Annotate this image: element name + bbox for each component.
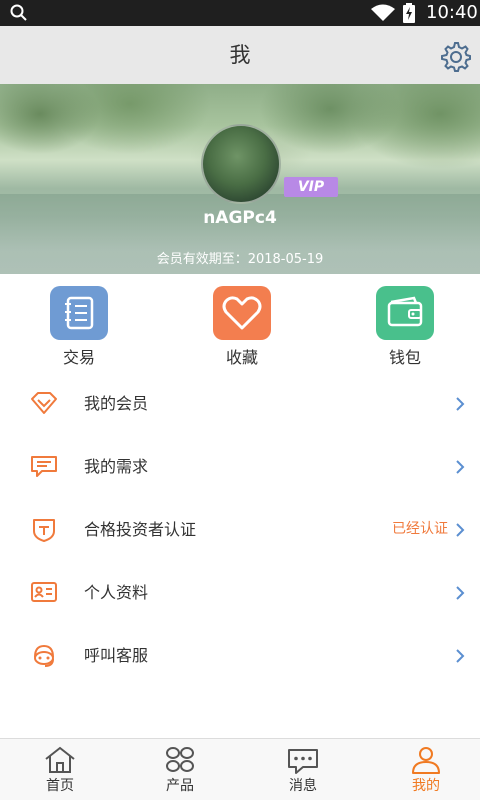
chevron-right-icon — [455, 396, 465, 416]
trade-button[interactable]: 交易 — [29, 286, 129, 368]
menu-item-investor-certification[interactable]: 合格投资者认证 已经认证 — [0, 498, 480, 561]
wallet-tile — [376, 286, 434, 340]
clock: 10:40 — [426, 2, 478, 23]
favorites-button[interactable]: 收藏 — [192, 286, 292, 368]
headset-icon — [30, 643, 58, 673]
tab-label: 产品 — [166, 778, 194, 794]
menu-label: 我的会员 — [84, 394, 149, 413]
expire-date: 2018-05-19 — [247, 252, 324, 267]
heart-icon — [222, 296, 262, 330]
chevron-right-icon — [455, 585, 465, 605]
tab-mine[interactable]: 我的 — [366, 739, 480, 800]
quick-actions: 交易 收藏 钱包 — [0, 274, 480, 370]
menu-item-requests[interactable]: 我的需求 — [0, 435, 480, 498]
chevron-right-icon — [455, 648, 465, 668]
trade-label: 交易 — [62, 348, 95, 367]
page-title: 我 — [229, 43, 251, 67]
trade-tile — [50, 286, 108, 340]
username: nAGPc4 — [203, 208, 277, 228]
membership-expiry: 会员有效期至：2018-05-19 — [0, 248, 480, 267]
id-card-icon — [30, 580, 58, 608]
tab-home[interactable]: 首页 — [0, 739, 120, 800]
bottom-tab-bar: 首页 产品 消息 我的 — [0, 738, 480, 800]
menu-label: 合格投资者认证 — [84, 520, 197, 539]
wallet-icon — [387, 296, 423, 327]
user-icon — [412, 747, 440, 774]
menu-item-customer-service[interactable]: 呼叫客服 — [0, 624, 480, 687]
tab-label: 首页 — [46, 778, 74, 794]
expire-label: 会员有效期至： — [156, 252, 248, 267]
chevron-right-icon — [455, 459, 465, 479]
grid-icon — [166, 747, 194, 772]
menu-label: 我的需求 — [84, 457, 149, 476]
vip-badge: VIP — [284, 177, 338, 197]
avatar[interactable] — [201, 124, 281, 204]
chevron-right-icon — [455, 522, 465, 542]
diamond-icon — [30, 391, 58, 419]
menu-item-membership[interactable]: 我的会员 — [0, 372, 480, 435]
wallet-button[interactable]: 钱包 — [355, 286, 455, 368]
gear-icon — [441, 42, 471, 72]
tab-label: 消息 — [289, 778, 317, 794]
status-bar: 10:40 — [0, 0, 480, 26]
tab-label: 我的 — [412, 778, 440, 794]
menu-item-profile[interactable]: 个人资料 — [0, 561, 480, 624]
ledger-icon — [65, 296, 94, 330]
tab-messages[interactable]: 消息 — [243, 739, 363, 800]
wifi-icon — [370, 4, 396, 26]
favorites-label: 收藏 — [225, 348, 258, 367]
profile-banner: VIP nAGPc4 会员有效期至：2018-05-19 — [0, 84, 480, 274]
menu-label: 呼叫客服 — [84, 646, 149, 665]
home-icon — [45, 746, 75, 773]
wallet-label: 钱包 — [388, 348, 421, 367]
tab-products[interactable]: 产品 — [120, 739, 240, 800]
menu-label: 个人资料 — [84, 583, 149, 602]
chat-icon — [288, 749, 318, 774]
certificate-icon — [30, 517, 58, 547]
message-icon — [30, 454, 58, 482]
favorites-tile — [213, 286, 271, 340]
nav-bar: 我 — [0, 26, 480, 84]
search-icon[interactable] — [10, 4, 28, 26]
certification-status: 已经认证 — [392, 521, 448, 537]
battery-icon — [402, 3, 416, 27]
settings-button[interactable] — [440, 41, 472, 77]
settings-menu: 我的会员 我的需求 合格投资者认证 已经认证 个人资料 呼叫客服 — [0, 372, 480, 687]
